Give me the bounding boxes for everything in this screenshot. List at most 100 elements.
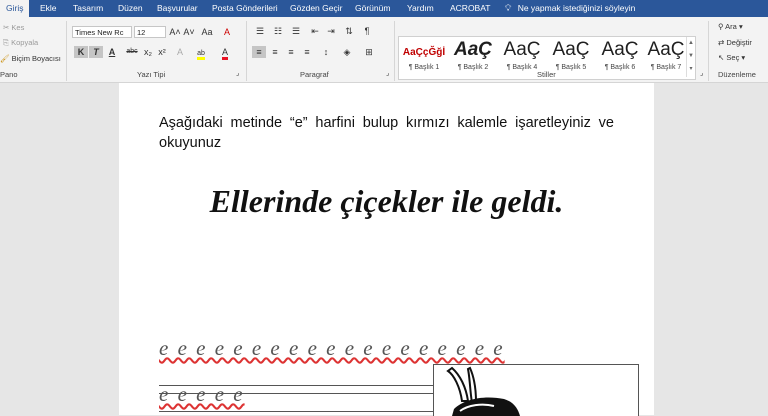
shrink-font-button[interactable]: A˅ [182,26,196,38]
tab-duzen[interactable]: Düzen [118,0,143,17]
font-name-combo[interactable]: Times New Rc [72,26,132,38]
style-name: ¶ Başlık 2 [457,64,489,71]
bold-button[interactable]: K [74,46,88,58]
font-color-button[interactable]: A [218,46,232,60]
editing-group-label: Düzenleme [718,70,756,79]
style-heading-1[interactable]: AaÇçĞğİ ¶ Başlık 1 [401,37,447,77]
tab-yardim[interactable]: Yardım [407,0,434,17]
rabbit-drawing [446,366,520,416]
font-size-combo[interactable]: 12 [134,26,166,38]
more-styles-icon[interactable]: ▾ [687,63,695,76]
tab-gozden-gecir[interactable]: Gözden Geçir [290,0,342,17]
style-name: ¶ Başlık 6 [604,64,636,71]
superscript-button[interactable]: x² [156,46,168,58]
cut-button[interactable]: ✂ Kes [3,23,24,32]
handwriting-lines [159,385,434,415]
grow-font-button[interactable]: A˄ [168,26,182,38]
align-center-icon: ≡ [272,47,278,57]
increase-indent-icon: ⇥ [327,26,335,36]
tab-gorunum[interactable]: Görünüm [355,0,390,17]
format-painter-label: Biçim Boyacısı [11,54,61,63]
bullets-button[interactable]: ☰ [252,25,268,37]
style-heading-2[interactable]: AaÇ ¶ Başlık 2 [449,37,497,77]
magnifier-icon: ⚲ [718,22,724,31]
tell-me-text: Ne yapmak istediğinizi söyleyin [517,3,636,13]
tab-tasarim[interactable]: Tasarım [73,0,103,17]
lightbulb-icon: 💡︎ [505,3,512,13]
style-preview: AaÇ [552,39,590,60]
copy-icon: ⎘ [3,38,9,47]
style-preview: AaÇ [453,39,492,60]
bullets-icon: ☰ [255,26,265,36]
e-letter-row[interactable]: e e e e e e e e e e e e e e e e e e e [159,336,505,360]
line-spacing-button[interactable]: ↕ [318,46,334,58]
chevron-down-icon: ▾ [738,22,743,31]
show-marks-button[interactable]: ¶ [360,25,374,37]
ribbon: ✂ Kes ⎘ Kopyala 🖌︎ Biçim Boyacısı Pano T… [0,17,768,83]
styles-scroll[interactable]: ▲ ▼ ▾ [686,37,695,77]
increase-indent-button[interactable]: ⇥ [324,25,338,37]
justify-button[interactable]: ≡ [300,46,314,58]
reading-sentence[interactable]: Ellerinde çiçekler ile geldi. [119,183,654,220]
numbering-button[interactable]: ☷ [270,25,286,37]
shading-button[interactable]: ◈ [340,46,354,58]
clear-format-button[interactable]: A [220,26,234,38]
change-case-button[interactable]: Aa [198,26,216,38]
tab-basvurular[interactable]: Başvurular [157,0,198,17]
highlight-label: ab [197,50,205,60]
strikethrough-button[interactable]: abc [124,46,140,58]
instruction-paragraph[interactable]: Aşağıdaki metinde “e” harfini bulup kırm… [159,113,614,153]
replace-button[interactable]: ⇄ Değiştir [718,38,752,47]
style-name: ¶ Başlık 7 [650,64,682,71]
multilevel-list-button[interactable]: ☰ [288,25,304,37]
replace-label: Değiştir [726,38,752,47]
subscript-button[interactable]: x₂ [142,46,154,58]
document-page[interactable]: Aşağıdaki metinde “e” harfini bulup kırm… [119,83,654,416]
copy-button[interactable]: ⎘ Kopyala [3,38,38,48]
text-effects-button[interactable]: A [174,46,186,58]
paragraph-dialog-launcher-icon[interactable]: ⌟ [386,69,389,77]
borders-button[interactable]: ⊞ [362,46,376,58]
align-left-button[interactable]: ≡ [252,46,266,58]
multilevel-list-icon: ☰ [291,26,301,36]
decrease-indent-button[interactable]: ⇤ [308,25,322,37]
align-right-button[interactable]: ≡ [284,46,298,58]
sort-button[interactable]: ⇅ [342,25,356,37]
find-button[interactable]: ⚲ Ara ▾ [718,22,743,31]
sort-icon: ⇅ [345,26,353,36]
tab-acrobat[interactable]: ACROBAT [450,0,490,17]
ruled-line [159,411,434,412]
style-preview: AaÇ [647,39,685,60]
borders-icon: ⊞ [365,47,373,57]
align-right-icon: ≡ [288,47,294,57]
style-preview: AaÇ [503,39,541,60]
font-color-label: A [221,47,228,60]
tab-giris[interactable]: Giriş [0,0,30,17]
scroll-up-icon[interactable]: ▲ [687,37,695,50]
ruled-line [159,393,434,394]
align-center-button[interactable]: ≡ [268,46,282,58]
chevron-down-icon: ▾ [741,53,746,62]
clipboard-group-label: Pano [0,70,18,79]
styles-dialog-launcher-icon[interactable]: ⌟ [700,69,703,77]
scroll-down-icon[interactable]: ▼ [687,50,695,63]
copy-label: Kopyala [11,38,39,47]
style-heading-7[interactable]: AaÇ ¶ Başlık 7 [645,37,687,77]
paint-bucket-icon: ◈ [343,47,351,57]
format-painter-button[interactable]: 🖌︎ Biçim Boyacısı [0,54,61,63]
ruled-line [159,385,434,386]
tab-ekle[interactable]: Ekle [40,0,57,17]
style-heading-6[interactable]: AaÇ ¶ Başlık 6 [596,37,644,77]
numbering-icon: ☷ [273,26,283,36]
tell-me-box[interactable]: 💡︎ Ne yapmak istediğinizi söyleyin [505,0,635,17]
ribbon-tabs: Giriş Ekle Tasarım Düzen Başvurular Post… [0,0,768,17]
font-dialog-launcher-icon[interactable]: ⌟ [236,69,239,77]
cursor-icon: ↖ [718,53,725,62]
select-button[interactable]: ↖ Seç ▾ [718,53,745,62]
underline-button[interactable]: A [105,46,119,58]
italic-button[interactable]: T [89,46,103,58]
tab-posta[interactable]: Posta Gönderileri [212,0,278,17]
rabbit-picture[interactable] [433,364,639,416]
paragraph-group-label: Paragraf [300,70,329,79]
highlight-button[interactable]: ab [194,46,208,60]
